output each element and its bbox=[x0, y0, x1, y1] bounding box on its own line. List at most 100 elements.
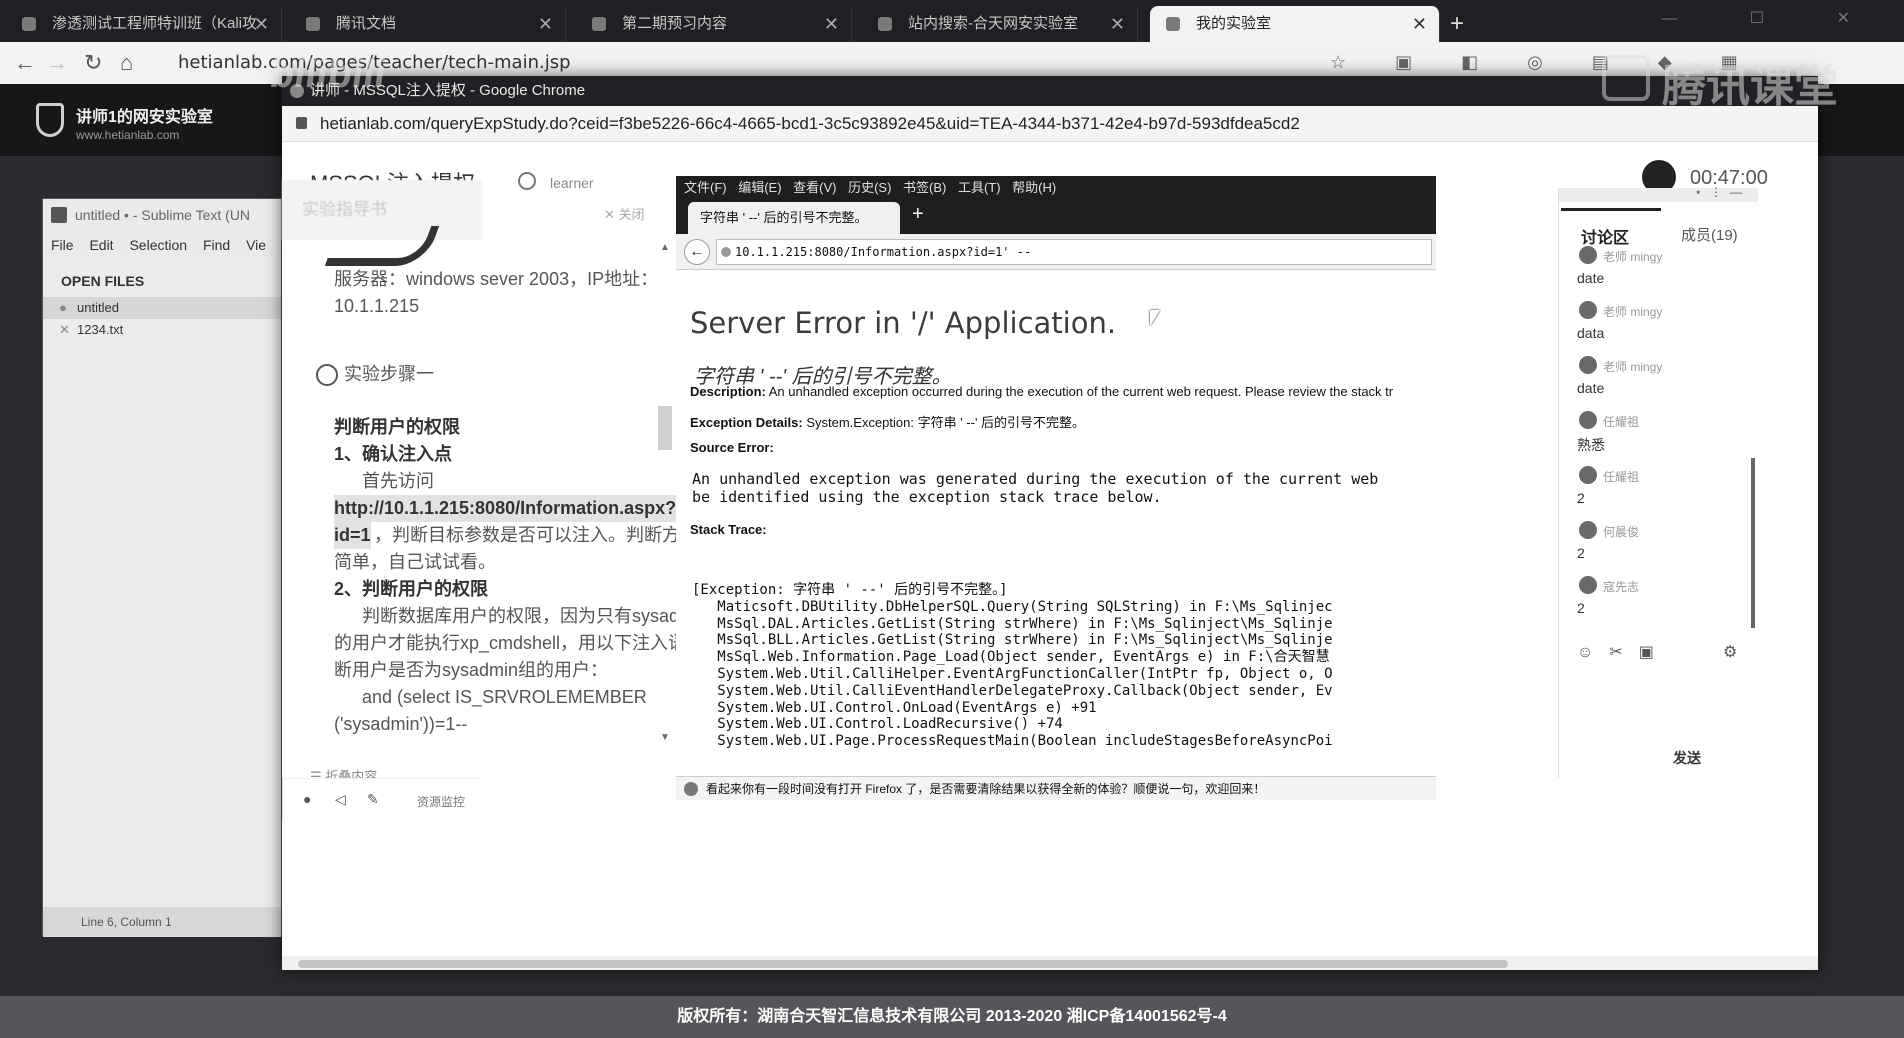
lock-icon bbox=[296, 117, 307, 129]
file-name: untitled bbox=[77, 300, 119, 315]
tencent-classroom-watermark: 腾讯课堂 bbox=[1662, 62, 1838, 111]
guide-subheading-1: 1、确认注入点 bbox=[334, 444, 453, 464]
firefox-notification-bar: 看起来你有一段时间没有打开 Firefox 了，是否需要清除结果以获得全新的体验… bbox=[676, 776, 1436, 800]
settings-icon[interactable]: ⚙ bbox=[1723, 642, 1737, 662]
mic-icon[interactable]: ● bbox=[303, 791, 311, 807]
message-author: 老师 mingy bbox=[1603, 305, 1663, 319]
home-icon[interactable]: ⌂ bbox=[120, 50, 133, 76]
site-title: 讲师1的网安实验室 bbox=[76, 109, 213, 126]
shield-logo-icon bbox=[36, 103, 64, 137]
file-item[interactable]: ● untitled bbox=[43, 297, 281, 319]
sublime-title: untitled • - Sublime Text (UN bbox=[75, 207, 251, 223]
error-description: Description: An unhandled exception occu… bbox=[690, 384, 1393, 399]
guide-close-button[interactable]: ✕ 关闭 bbox=[604, 204, 645, 223]
target-link-param[interactable]: id=1 bbox=[334, 522, 371, 549]
message-text: 2 bbox=[1577, 490, 1585, 506]
avatar bbox=[1579, 521, 1597, 539]
decorative-graphic bbox=[324, 226, 440, 266]
sublime-menu[interactable]: File Edit Selection Find Vie bbox=[43, 231, 281, 259]
firefox-new-tab-button[interactable]: + bbox=[912, 203, 924, 226]
notification-text: 看起来你有一段时间没有打开 Firefox 了，是否需要清除结果以获得全新的体验… bbox=[706, 782, 1266, 796]
tab-label: 渗透测试工程师特训班（Kali攻 bbox=[52, 15, 258, 32]
sublime-title-bar: untitled • - Sublime Text (UN bbox=[43, 199, 281, 231]
close-icon[interactable]: ✕ bbox=[59, 319, 70, 341]
guide-text: 的用户才能执行xp_cmdshell，用以下注入语句判 bbox=[334, 633, 723, 653]
scroll-up-icon[interactable]: ▲ bbox=[660, 242, 670, 253]
panel-controls[interactable]: ⋆⋮— bbox=[1694, 185, 1750, 199]
error-heading: Server Error in '/' Application. bbox=[690, 306, 1117, 340]
document-icon bbox=[306, 17, 320, 31]
close-icon[interactable]: ✕ bbox=[824, 6, 839, 42]
window-controls[interactable]: — ☐ ✕ bbox=[1661, 8, 1884, 28]
globe-icon bbox=[721, 247, 731, 257]
close-icon[interactable]: ✕ bbox=[1412, 6, 1427, 42]
tab-label: 第二期预习内容 bbox=[622, 15, 728, 32]
footer-copyright: 版权所有：湖南合天智汇信息技术有限公司 2013-2020 湘ICP备14001… bbox=[0, 996, 1904, 1038]
learner-label: learner bbox=[550, 175, 594, 191]
collapse-icon[interactable] bbox=[316, 364, 338, 386]
tab-discussion[interactable]: 讨论区 bbox=[1581, 224, 1629, 248]
resource-monitor[interactable]: 资源监控 bbox=[417, 793, 465, 810]
stack-trace-label-text: Stack Trace: bbox=[690, 522, 767, 537]
source-error-label-text: Source Error: bbox=[690, 440, 774, 455]
site-subtitle: www.hetianlab.com bbox=[76, 128, 180, 142]
outer-tab-kali[interactable]: 渗透测试工程师特训班（Kali攻 ✕ bbox=[6, 6, 282, 42]
send-button[interactable]: 发送 bbox=[1673, 748, 1701, 768]
discussion-panel: ⋆⋮— 讨论区 成员(19) ☺✂▣ ⚙ 发送 老师 mingy date 老师 m… bbox=[1558, 185, 1758, 778]
discussion-scrollbar[interactable] bbox=[1751, 458, 1755, 628]
firefox-menu-bar[interactable]: 文件(F) 编辑(E) 查看(V) 历史(S) 书签(B) 工具(T) 帮助(H… bbox=[676, 176, 1436, 200]
source-error-text: An unhandled exception was generated dur… bbox=[692, 470, 1379, 506]
lab-url-field[interactable]: hetianlab.com/queryExpStudy.do?ceid=f3be… bbox=[320, 114, 1300, 134]
pen-icon[interactable]: ✎ bbox=[367, 791, 379, 808]
sublime-window: untitled • - Sublime Text (UN File Edit … bbox=[42, 198, 282, 937]
sublime-status-bar: Line 6, Column 1 bbox=[43, 907, 281, 937]
close-icon[interactable]: ✕ bbox=[1110, 6, 1125, 42]
scroll-down-icon[interactable]: ▼ bbox=[660, 732, 670, 743]
outer-tab-preview[interactable]: 第二期预习内容 ✕ bbox=[576, 6, 852, 42]
speaker-icon[interactable]: ◁ bbox=[335, 791, 346, 808]
message-author: 任耀祖 bbox=[1603, 470, 1640, 484]
avatar bbox=[1579, 411, 1597, 429]
outer-tab-mylab[interactable]: 我的实验室 ✕ bbox=[1150, 6, 1440, 42]
guide-text: 断用户是否为sysadmin组的用户： bbox=[334, 660, 609, 680]
forward-icon[interactable]: → bbox=[46, 50, 68, 76]
firefox-url-field[interactable]: 10.1.1.215:8080/Information.aspx?id=1' -… bbox=[716, 239, 1432, 265]
exception-text: System.Exception: 字符串 ' --' 后的引号不完整。 bbox=[802, 415, 1086, 430]
avatar bbox=[1579, 576, 1597, 594]
shield-icon bbox=[878, 17, 892, 31]
close-icon[interactable]: ✕ bbox=[254, 6, 269, 42]
avatar bbox=[1579, 246, 1597, 264]
file-name: 1234.txt bbox=[77, 322, 124, 337]
tab-label: 我的实验室 bbox=[1196, 15, 1272, 32]
back-icon[interactable]: ← bbox=[684, 239, 710, 265]
tab-underline bbox=[1561, 208, 1661, 211]
firefox-url-text: 10.1.1.215:8080/Information.aspx?id=1' -… bbox=[735, 245, 1032, 259]
sublime-icon bbox=[51, 207, 67, 223]
emoji-scissors-image-icons[interactable]: ☺✂▣ bbox=[1577, 642, 1670, 662]
guide-text: 判断数据库用户的权限，因为只有sysadmin组 bbox=[362, 606, 727, 626]
stack-trace: [Exception: 字符串 ' --' 后的引号不完整。] Maticsof… bbox=[692, 582, 1333, 750]
outer-tab-bar: 渗透测试工程师特训班（Kali攻 ✕ 腾讯文档 ✕ 第二期预习内容 ✕ 站内搜索-合天… bbox=[0, 0, 1904, 42]
target-link[interactable]: http://10.1.1.215:8080/Information.aspx? bbox=[334, 495, 677, 522]
outer-tab-docs[interactable]: 腾讯文档 ✕ bbox=[290, 6, 566, 42]
outer-tab-search[interactable]: 站内搜索-合天网安实验室 ✕ bbox=[862, 6, 1138, 42]
scroll-thumb[interactable] bbox=[298, 960, 1508, 968]
shield-icon bbox=[1166, 17, 1180, 31]
description-label: Description: bbox=[690, 384, 766, 399]
guide-scrollbar[interactable] bbox=[658, 406, 672, 450]
sql-code: and (select IS_SRVROLEMEMBER bbox=[362, 687, 647, 707]
back-icon[interactable]: ← bbox=[14, 50, 36, 76]
reload-icon[interactable]: ↻ bbox=[84, 50, 102, 76]
new-tab-button[interactable]: + bbox=[1450, 6, 1464, 42]
tab-members[interactable]: 成员(19) bbox=[1681, 224, 1738, 245]
exception-details: Exception Details: System.Exception: 字符串… bbox=[690, 412, 1085, 431]
firefox-tab[interactable]: 字符串 ' --' 后的引号不完整。 bbox=[688, 202, 900, 234]
remote-firefox-view: 文件(F) 编辑(E) 查看(V) 历史(S) 书签(B) 工具(T) 帮助(H… bbox=[676, 176, 1436, 800]
horizontal-scrollbar[interactable] bbox=[282, 956, 1818, 970]
panel-header: ⋆⋮— bbox=[1559, 185, 1758, 202]
guide-text: 首先访问 bbox=[362, 471, 434, 491]
server-ip: 10.1.1.215 bbox=[334, 296, 420, 316]
step-title[interactable]: 实验步骤一 bbox=[344, 361, 434, 388]
close-icon[interactable]: ✕ bbox=[538, 6, 553, 42]
file-item[interactable]: ✕ 1234.txt bbox=[43, 319, 281, 341]
